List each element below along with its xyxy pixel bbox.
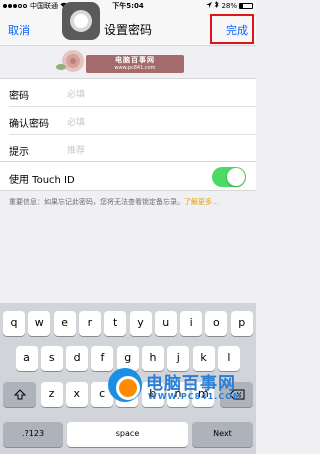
key-x[interactable]: x <box>65 382 88 407</box>
space-key[interactable]: space <box>67 422 188 447</box>
next-key[interactable]: Next <box>192 422 253 447</box>
battery-icon <box>239 3 253 9</box>
confirm-password-label: 确认密码 <box>9 119 49 130</box>
hint-row[interactable]: 提示 推荐 <box>0 135 256 163</box>
touch-id-label: 使用 Touch ID <box>9 175 75 186</box>
key-o[interactable]: o <box>205 311 228 336</box>
key-z[interactable]: z <box>40 382 63 407</box>
touch-id-toggle[interactable] <box>212 167 246 187</box>
key-p[interactable]: p <box>230 311 253 336</box>
touch-id-cell: 使用 Touch ID <box>0 162 256 192</box>
key-r[interactable]: r <box>78 311 101 336</box>
confirm-password-row[interactable]: 确认密码 必填 <box>0 107 256 135</box>
assistive-touch-button[interactable] <box>62 2 100 40</box>
pc841-logo-icon <box>108 368 142 402</box>
bluetooth-icon <box>214 0 220 12</box>
watermark-bottom-title: 电脑百事网 <box>146 374 236 394</box>
numbers-key[interactable]: .?123 <box>3 422 63 447</box>
watermark-banner: 电脑百事网 www.pc841.com <box>86 55 184 73</box>
confirm-password-input[interactable]: 必填 <box>67 115 85 128</box>
key-s[interactable]: s <box>40 346 63 371</box>
hint-label: 提示 <box>9 147 29 158</box>
password-row[interactable]: 密码 必填 <box>0 79 256 107</box>
password-form: 密码 必填 确认密码 必填 提示 推荐 <box>0 78 256 164</box>
info-note-text: 重要信息：如果忘记此密码，您将无法查看锁定备忘录。 <box>9 198 184 206</box>
learn-more-link[interactable]: 了解更多... <box>184 198 219 206</box>
key-u[interactable]: u <box>154 311 177 336</box>
watermark-url: www.pc841.com <box>114 65 156 71</box>
shift-key[interactable] <box>3 382 36 407</box>
battery-percent: 28% <box>221 2 237 10</box>
toggle-knob <box>227 168 245 186</box>
status-bar: 中国联通 下午5:04 28% <box>0 0 256 12</box>
touch-id-row: 使用 Touch ID <box>0 161 256 191</box>
key-t[interactable]: t <box>104 311 127 336</box>
key-e[interactable]: e <box>53 311 76 336</box>
location-icon <box>206 0 213 12</box>
watermark-title: 电脑百事网 <box>115 56 155 64</box>
watermark-logo-top: 电脑百事网 www.pc841.com <box>56 46 184 78</box>
password-label: 密码 <box>9 91 29 102</box>
key-i[interactable]: i <box>180 311 203 336</box>
password-input[interactable]: 必填 <box>67 87 85 100</box>
info-note: 重要信息：如果忘记此密码，您将无法查看锁定备忘录。了解更多... <box>9 197 249 208</box>
hint-input[interactable]: 推荐 <box>67 143 85 156</box>
key-y[interactable]: y <box>129 311 152 336</box>
done-highlight-box <box>210 14 254 44</box>
key-a[interactable]: a <box>15 346 38 371</box>
key-d[interactable]: d <box>66 346 89 371</box>
watermark-logo-bottom: 电脑百事网 WWW.PC841.COM <box>108 366 256 406</box>
status-right: 28% <box>206 0 253 12</box>
watermark-bottom-url: WWW.PC841.COM <box>148 392 242 401</box>
key-w[interactable]: w <box>28 311 51 336</box>
key-q[interactable]: q <box>3 311 25 336</box>
shift-icon <box>13 389 26 403</box>
